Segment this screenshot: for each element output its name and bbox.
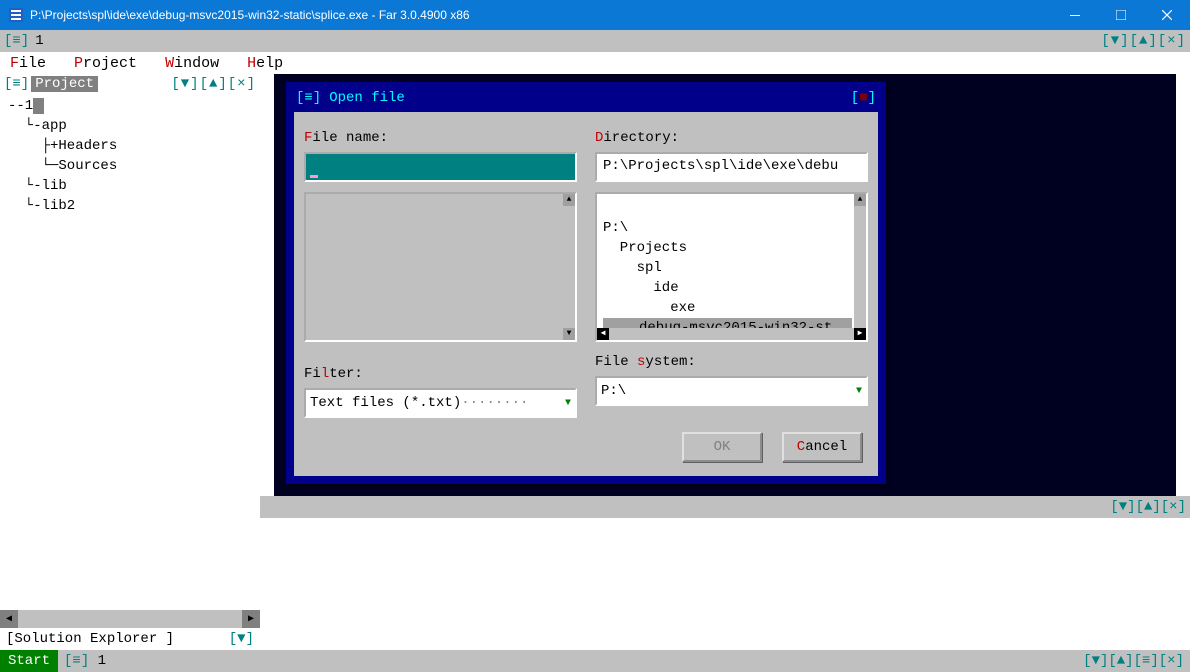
vertical-scrollbar[interactable]: [563, 194, 575, 340]
system-menu-icon[interactable]: [≡]: [4, 76, 29, 92]
app-icon: [8, 7, 24, 23]
dir-item[interactable]: Projects: [603, 240, 687, 256]
system-menu-icon[interactable]: [≡]: [296, 90, 321, 106]
chevron-down-icon: ▼: [565, 398, 571, 409]
dir-item[interactable]: spl: [603, 260, 662, 276]
dialog-close-button[interactable]: [■]: [851, 90, 876, 106]
tab-number: 1: [35, 33, 43, 49]
project-pane: [≡] Project [▼][▲][×] --1 └-app ├+Header…: [0, 74, 260, 650]
pane-footer: [Solution Explorer ] [▼]: [0, 628, 260, 650]
menu-file[interactable]: File: [10, 55, 46, 72]
lower-control-strip: [▼][▲][×]: [260, 496, 1190, 518]
scroll-left-icon[interactable]: ◀: [0, 610, 18, 628]
minimize-button[interactable]: [1052, 0, 1098, 30]
directory-label: Directory:: [595, 130, 868, 146]
window-controls[interactable]: [▼][▲][×]: [1110, 499, 1186, 515]
file-list[interactable]: [304, 192, 577, 342]
system-menu-icon[interactable]: [≡]: [64, 653, 89, 669]
dir-item[interactable]: P:\: [603, 220, 628, 236]
filter-combo[interactable]: Text files (*.txt)········▼: [304, 388, 577, 418]
menu-window[interactable]: Window: [165, 55, 219, 72]
window-title: P:\Projects\spl\ide\exe\debug-msvc2015-w…: [30, 8, 1052, 22]
filesystem-label: File system:: [595, 354, 868, 370]
dialog-title: Open file: [329, 90, 405, 106]
vertical-scrollbar[interactable]: [854, 194, 866, 340]
dir-item[interactable]: exe: [603, 300, 695, 316]
horizontal-scrollbar[interactable]: ◀▶: [0, 610, 260, 628]
window-titlebar: P:\Projects\spl\ide\exe\debug-msvc2015-w…: [0, 0, 1190, 30]
maximize-button[interactable]: [1098, 0, 1144, 30]
dropdown-icon[interactable]: [▼]: [229, 631, 254, 647]
ok-button[interactable]: OK: [682, 432, 762, 462]
top-control-strip: [≡] 1 [▼][▲][×]: [0, 30, 1190, 52]
system-menu-icon[interactable]: [≡]: [4, 33, 29, 49]
pane-title-label: Project: [31, 76, 98, 92]
menu-help[interactable]: Help: [247, 55, 283, 72]
status-bar: Start [≡] 1 [▼][▲][≡][×]: [0, 650, 1190, 672]
window-controls[interactable]: [▼][▲][×]: [1101, 33, 1186, 49]
dialog-titlebar: [≡] Open file [■]: [294, 90, 878, 112]
close-button[interactable]: [1144, 0, 1190, 30]
caret-icon: [310, 175, 318, 178]
filename-label: File name:: [304, 130, 577, 146]
start-button[interactable]: Start: [0, 650, 58, 672]
directory-list[interactable]: P:\ Projects spl ide exe debug-msvc2015-…: [595, 192, 868, 342]
chevron-down-icon: ▼: [856, 386, 862, 397]
menu-bar: File Project Window Help: [0, 52, 1190, 74]
open-file-dialog: [≡] Open file [■] File name: Fi: [286, 82, 886, 484]
directory-input[interactable]: P:\Projects\spl\ide\exe\debu: [595, 152, 868, 182]
editor-area: [▼][▲][×] [≡] Open file [■] File name:: [260, 74, 1190, 650]
filter-label: Filter:: [304, 366, 577, 382]
filename-input[interactable]: [304, 152, 577, 182]
project-tree[interactable]: --1 └-app ├+Headers └─Sources └-lib └-li…: [0, 94, 260, 610]
status-controls[interactable]: [▼][▲][≡][×]: [1083, 653, 1190, 669]
solution-explorer-label[interactable]: [Solution Explorer ]: [6, 631, 174, 647]
menu-project[interactable]: Project: [74, 55, 137, 72]
horizontal-scrollbar[interactable]: [597, 328, 866, 340]
cancel-button[interactable]: Cancel: [782, 432, 862, 462]
status-number: 1: [98, 653, 106, 669]
pane-controls[interactable]: [▼][▲][×]: [171, 76, 256, 92]
scroll-right-icon[interactable]: ▶: [242, 610, 260, 628]
filesystem-combo[interactable]: P:\▼: [595, 376, 868, 406]
project-pane-title: [≡] Project [▼][▲][×]: [0, 74, 260, 94]
dir-item[interactable]: ide: [603, 280, 679, 296]
